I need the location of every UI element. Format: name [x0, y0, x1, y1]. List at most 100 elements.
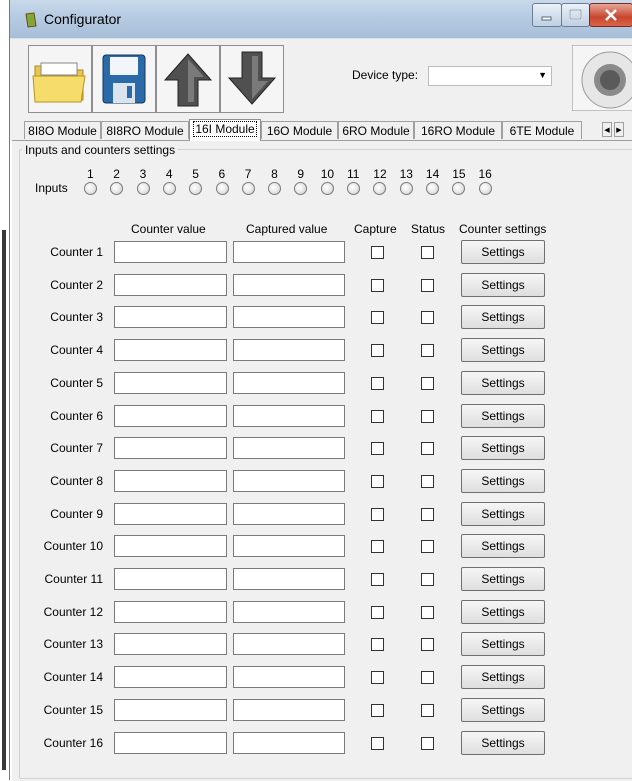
counter-value-field[interactable]: [114, 633, 227, 656]
status-checkbox[interactable]: [421, 344, 434, 358]
status-checkbox[interactable]: [421, 736, 434, 750]
tab-6te-module[interactable]: 6TE Module: [502, 121, 582, 139]
counter-settings-button[interactable]: Settings: [461, 665, 545, 690]
counter-value-field[interactable]: [114, 535, 227, 558]
open-button[interactable]: [28, 45, 92, 113]
captured-value-field[interactable]: [233, 535, 345, 558]
counter-settings-button[interactable]: Settings: [461, 501, 545, 526]
capture-checkbox[interactable]: [371, 703, 384, 717]
capture-checkbox[interactable]: [371, 344, 384, 358]
captured-value-field[interactable]: [233, 568, 345, 590]
capture-checkbox[interactable]: [371, 474, 384, 488]
capture-checkbox[interactable]: [371, 671, 384, 685]
captured-value-field[interactable]: [233, 371, 345, 394]
connect-button[interactable]: [571, 44, 632, 112]
counter-value-field[interactable]: [114, 568, 227, 590]
counter-value-field[interactable]: [114, 371, 227, 394]
counter-value-field[interactable]: [114, 731, 227, 754]
save-button[interactable]: [92, 45, 156, 113]
tab-scroll-right-button[interactable]: ▶: [614, 122, 624, 137]
counter-value-field[interactable]: [114, 666, 227, 689]
tab-16i-module[interactable]: 16I Module: [189, 119, 261, 141]
counter-settings-button[interactable]: Settings: [461, 567, 545, 591]
counter-settings-button[interactable]: Settings: [461, 534, 545, 559]
capture-checkbox[interactable]: [371, 376, 384, 390]
counter-value-field[interactable]: [114, 698, 227, 721]
captured-value-field[interactable]: [233, 306, 345, 329]
counter-settings-button[interactable]: Settings: [461, 632, 545, 657]
status-checkbox[interactable]: [421, 703, 434, 717]
tab-16o-module[interactable]: 16O Module: [261, 121, 338, 139]
capture-checkbox[interactable]: [371, 278, 384, 292]
minimize-button[interactable]: [532, 3, 562, 27]
counter-settings-button[interactable]: Settings: [461, 697, 545, 722]
captured-value-field[interactable]: [233, 666, 345, 689]
counter-settings-button[interactable]: Settings: [461, 730, 545, 755]
counter-settings-button[interactable]: Settings: [461, 240, 545, 264]
counter-settings-button[interactable]: Settings: [461, 272, 545, 297]
capture-checkbox[interactable]: [371, 540, 384, 554]
status-checkbox[interactable]: [421, 442, 434, 456]
capture-checkbox[interactable]: [371, 409, 384, 423]
counter-settings-button[interactable]: Settings: [461, 370, 545, 395]
counter-value-field[interactable]: [114, 339, 227, 362]
counter-settings-button[interactable]: Settings: [461, 338, 545, 363]
capture-checkbox[interactable]: [371, 311, 384, 325]
captured-value-field[interactable]: [233, 437, 345, 460]
capture-checkbox[interactable]: [371, 507, 384, 521]
counter-value-field[interactable]: [114, 404, 227, 427]
tab-scroll-left-button[interactable]: ◀: [602, 122, 612, 137]
capture-checkbox[interactable]: [371, 442, 384, 456]
connect-icon: [571, 44, 632, 112]
tab-16ro-module[interactable]: 16RO Module: [414, 121, 502, 139]
device-type-select[interactable]: ▼: [428, 66, 552, 86]
captured-value-field[interactable]: [233, 469, 345, 492]
tab-8i8o-module[interactable]: 8I8O Module: [24, 121, 101, 139]
captured-value-field[interactable]: [233, 698, 345, 721]
capture-checkbox[interactable]: [371, 573, 384, 586]
tab-8i8ro-module[interactable]: 8I8RO Module: [101, 121, 189, 139]
status-checkbox[interactable]: [421, 246, 434, 259]
counter-value-field[interactable]: [114, 469, 227, 492]
status-checkbox[interactable]: [421, 638, 434, 652]
status-checkbox[interactable]: [421, 605, 434, 619]
status-checkbox[interactable]: [421, 540, 434, 554]
counter-label: Counter 8: [50, 473, 103, 488]
captured-value-field[interactable]: [233, 502, 345, 525]
captured-value-field[interactable]: [233, 633, 345, 656]
capture-checkbox[interactable]: [371, 638, 384, 652]
status-checkbox[interactable]: [421, 376, 434, 390]
counter-settings-button[interactable]: Settings: [461, 468, 545, 493]
status-checkbox[interactable]: [421, 311, 434, 325]
status-checkbox[interactable]: [421, 474, 434, 488]
counter-value-field[interactable]: [114, 273, 227, 296]
status-checkbox[interactable]: [421, 278, 434, 292]
counter-settings-button[interactable]: Settings: [461, 305, 545, 330]
capture-checkbox[interactable]: [371, 605, 384, 619]
status-checkbox[interactable]: [421, 671, 434, 685]
maximize-button[interactable]: [561, 3, 590, 27]
status-checkbox[interactable]: [421, 507, 434, 521]
status-checkbox[interactable]: [421, 409, 434, 423]
counter-value-field[interactable]: [114, 241, 227, 263]
counter-value-field[interactable]: [114, 502, 227, 525]
counter-settings-button[interactable]: Settings: [461, 403, 545, 428]
counter-settings-button[interactable]: Settings: [461, 436, 545, 461]
status-checkbox[interactable]: [421, 573, 434, 586]
captured-value-field[interactable]: [233, 273, 345, 296]
capture-checkbox[interactable]: [371, 246, 384, 259]
captured-value-field[interactable]: [233, 339, 345, 362]
counter-settings-button[interactable]: Settings: [461, 599, 545, 624]
captured-value-field[interactable]: [233, 731, 345, 754]
counter-value-field[interactable]: [114, 600, 227, 623]
counter-value-field[interactable]: [114, 306, 227, 329]
tab-6ro-module[interactable]: 6RO Module: [338, 121, 414, 139]
download-button[interactable]: [220, 45, 284, 113]
captured-value-field[interactable]: [233, 241, 345, 263]
upload-button[interactable]: [156, 45, 220, 113]
capture-checkbox[interactable]: [371, 736, 384, 750]
close-button[interactable]: [589, 3, 632, 27]
captured-value-field[interactable]: [233, 404, 345, 427]
counter-value-field[interactable]: [114, 437, 227, 460]
captured-value-field[interactable]: [233, 600, 345, 623]
